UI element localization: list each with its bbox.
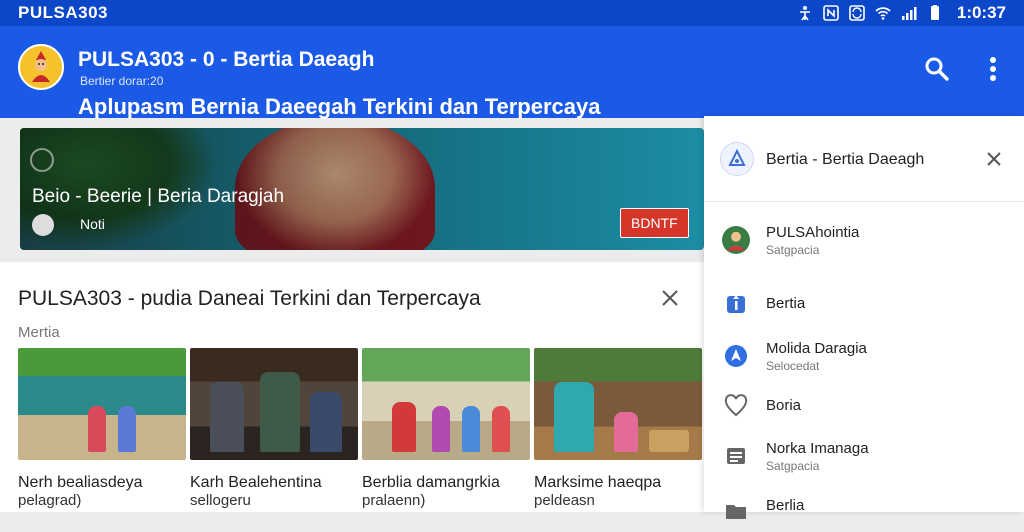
status-bar: PULSA303 1:0:37: [0, 0, 1024, 26]
heart-icon: [722, 392, 750, 420]
close-icon[interactable]: [984, 149, 1004, 169]
caption-row: Nerh bealiasdeya pelagrad) Karh Bealehen…: [18, 474, 702, 510]
item-subtitle: peldeasn: [534, 492, 595, 509]
hero-back-icon[interactable]: [30, 148, 54, 172]
folder-icon: [722, 496, 750, 524]
panel-item-profile[interactable]: PULSAhointia Satgpacia: [704, 218, 1024, 262]
search-button[interactable]: [920, 52, 954, 86]
item-subtitle: pralaenn): [362, 492, 426, 509]
panel-item-berlia[interactable]: Berlia: [704, 488, 1024, 532]
more-vert-icon: [990, 57, 996, 81]
status-time: 1:0:37: [956, 3, 1006, 22]
panel-item-sub: Selocedat: [766, 359, 820, 373]
item-title: Berblia damangrkia: [362, 474, 500, 491]
card-section-label: Mertia: [18, 324, 60, 341]
panel-item-label: Norka Imanaga: [766, 440, 869, 457]
hero-badge-button[interactable]: BDNTF: [620, 208, 689, 238]
thumbnail-2[interactable]: [190, 348, 358, 460]
list-item[interactable]: Karh Bealehentina sellogeru: [190, 474, 358, 510]
panel-header: Bertia - Bertia Daeagh: [704, 116, 1024, 202]
avatar-icon: [722, 226, 750, 254]
thumbnail-row: [18, 348, 702, 460]
item-title: Karh Bealehentina: [190, 474, 322, 491]
thumbnail-3[interactable]: [362, 348, 530, 460]
overflow-menu-button[interactable]: [976, 52, 1010, 86]
panel-item-label: Boria: [766, 397, 802, 414]
item-subtitle: sellogeru: [190, 492, 251, 509]
item-subtitle: pelagrad): [18, 492, 82, 509]
panel-item-label: Berlia: [766, 497, 805, 514]
panel-item-bertia[interactable]: Bertia: [704, 282, 1024, 326]
panel-item-location[interactable]: Molida Daragia Selocedat: [704, 334, 1024, 378]
battery-icon: [930, 5, 939, 20]
panel-item-label: PULSAhointia: [766, 224, 860, 241]
panel-item-boria[interactable]: Boria: [704, 384, 1024, 428]
item-title: Marksime haeqpa: [534, 474, 662, 491]
mascot-icon: [32, 51, 50, 82]
hero-meta: Noti: [80, 216, 105, 232]
thumbnail-4[interactable]: [534, 348, 702, 460]
newspaper-icon: [722, 442, 750, 470]
hero-title: Beio - Beerie | Beria Daragjah: [32, 186, 285, 207]
nfc-icon: [823, 5, 839, 21]
hero-author-avatar: [32, 214, 54, 236]
app-logo: [18, 44, 64, 90]
location-icon: [722, 342, 750, 370]
panel-item-sub: Satgpacia: [766, 243, 820, 257]
panel-avatar: [720, 142, 754, 176]
accessibility-icon: [799, 6, 810, 21]
list-item[interactable]: Marksime haeqpa peldeasn: [534, 474, 702, 510]
panel-item-label: Bertia: [766, 295, 806, 312]
search-icon: [925, 57, 949, 81]
status-icons: 1:0:37: [797, 3, 1006, 23]
sync-icon: [849, 5, 865, 21]
list-item[interactable]: Berblia damangrkia pralaenn): [362, 474, 530, 510]
app-bar: PULSA303 - 0 - Bertia Daeagh Bertier dor…: [0, 26, 1024, 119]
panel-item-sub: Satgpacia: [766, 459, 820, 473]
app-title: PULSA303 - 0 - Bertia Daeagh: [78, 48, 375, 71]
info-icon: [722, 290, 750, 318]
item-title: Nerh bealiasdeya: [18, 474, 143, 491]
app-tagline: Aplupasm Bernia Daeegah Terkini dan Terp…: [78, 94, 601, 119]
thumbnail-1[interactable]: [18, 348, 186, 460]
card-title: PULSA303 - pudia Daneai Terkini dan Terp…: [18, 287, 481, 310]
panel-item-news[interactable]: Norka Imanaga Satgpacia: [704, 434, 1024, 478]
app-subtitle: Bertier dorar:20: [80, 74, 164, 88]
panel-title: Bertia - Bertia Daeagh: [766, 151, 925, 168]
app-badge-icon: [728, 149, 746, 166]
signal-icon: [901, 7, 917, 20]
hero-banner[interactable]: Beio - Beerie | Beria Daragjah Noti BDNT…: [20, 128, 704, 250]
wifi-icon: [875, 7, 891, 20]
close-icon[interactable]: [658, 286, 682, 310]
side-panel: Bertia - Bertia Daeagh PULSAhointia Satg…: [704, 116, 1024, 519]
list-item[interactable]: Nerh bealiasdeya pelagrad): [18, 474, 186, 510]
panel-item-label: Molida Daragia: [766, 340, 867, 357]
status-app-name: PULSA303: [18, 3, 108, 22]
news-card: PULSA303 - pudia Daneai Terkini dan Terp…: [0, 262, 704, 512]
